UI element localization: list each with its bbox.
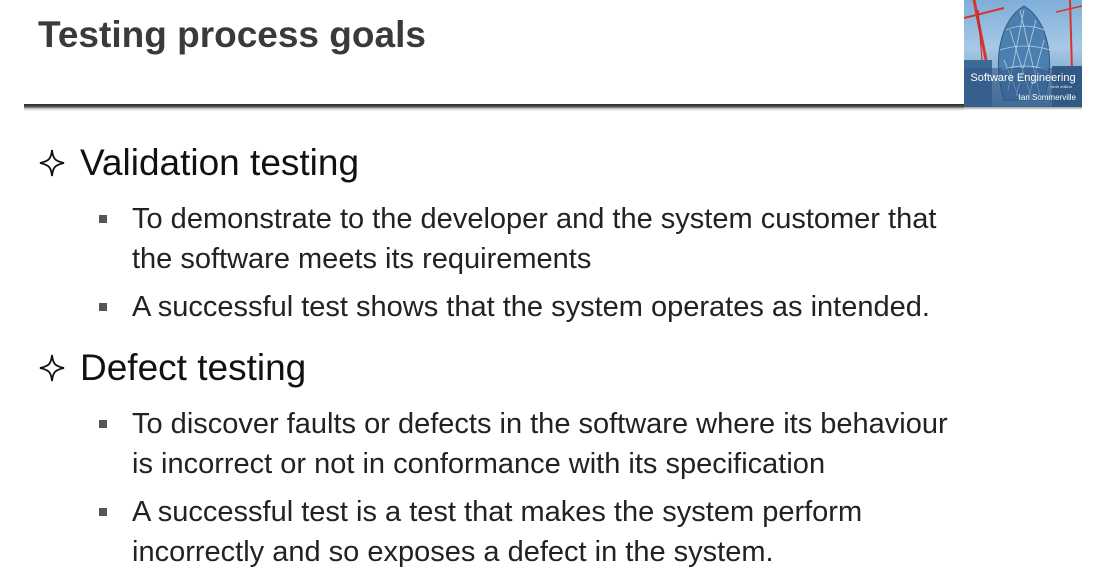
gherkin-tower-image <box>964 0 1082 107</box>
four-point-star-icon <box>38 353 80 383</box>
square-bullet-icon <box>99 508 107 516</box>
bullet-line: To discover faults or defects in the sof… <box>132 408 948 440</box>
section-validation-testing: Validation testing <box>38 140 359 184</box>
bullet-line: incorrectly and so exposes a defect in t… <box>132 536 774 568</box>
bullet-line: the software meets its requirements <box>132 243 592 275</box>
bullet-line: A successful test shows that the system … <box>132 291 930 323</box>
cover-title: Software Engineering <box>970 72 1076 84</box>
bullet-line: To demonstrate to the developer and the … <box>132 203 937 235</box>
square-bullet-icon <box>99 303 107 311</box>
four-point-star-icon <box>38 148 80 178</box>
bullet-item: To demonstrate to the developer and the … <box>95 199 936 279</box>
bullet-item: A successful test is a test that makes t… <box>95 492 862 572</box>
bullet-line: A successful test is a test that makes t… <box>132 496 863 528</box>
slide-title: Testing process goals <box>38 14 426 55</box>
cover-shadow <box>964 107 1082 110</box>
section-heading: Validation testing <box>80 142 360 184</box>
square-bullet-icon <box>99 215 107 223</box>
title-divider-shadow <box>24 108 964 111</box>
bullet-item: A successful test shows that the system … <box>95 287 930 327</box>
slide: Testing process goals Software Engineeri… <box>0 0 1106 574</box>
bullet-line: is incorrect or not in conformance with … <box>132 448 826 480</box>
section-defect-testing: Defect testing <box>38 345 306 389</box>
section-heading: Defect testing <box>80 347 307 389</box>
cover-subtitle: ninth edition <box>1050 84 1072 89</box>
bullet-item: To discover faults or defects in the sof… <box>95 404 948 484</box>
cover-author: Ian Sommerville <box>1018 93 1076 102</box>
square-bullet-icon <box>99 420 107 428</box>
book-cover: Software Engineering ninth edition Ian S… <box>964 0 1082 107</box>
